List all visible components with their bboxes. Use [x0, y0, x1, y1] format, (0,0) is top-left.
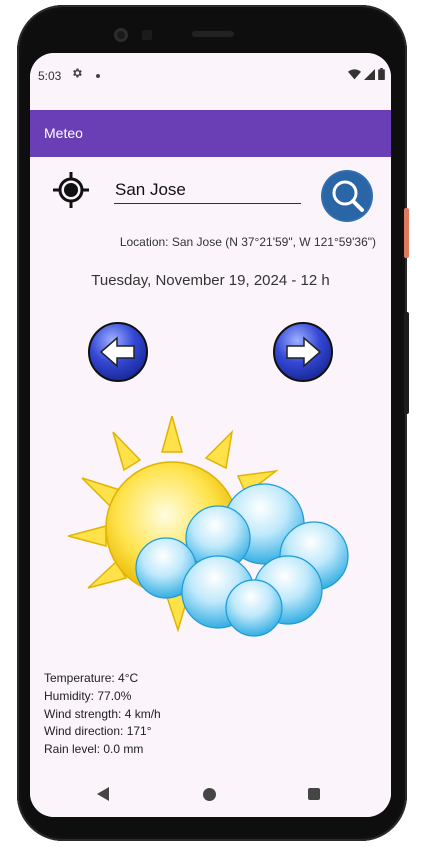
battery-icon: [378, 68, 385, 80]
app-title: Meteo: [44, 125, 83, 141]
weather-readings: Temperature: 4°C Humidity: 77.0% Wind st…: [44, 670, 161, 759]
notification-dot-icon: [96, 74, 100, 78]
settings-gear-icon: [73, 68, 82, 78]
rain-level-text: Rain level: 0.0 mm: [44, 742, 144, 757]
temperature-text: Temperature: 4°C: [44, 671, 139, 685]
date-label: Tuesday, November 19, 2024 - 12 h: [91, 272, 330, 289]
location-label: Location: San Jose (N 37°21'59", W 121°5…: [119, 235, 376, 249]
city-search-input[interactable]: [114, 177, 301, 204]
front-camera: [114, 28, 128, 42]
status-bar: 5:03: [30, 53, 391, 98]
volume-button[interactable]: [404, 312, 409, 414]
previous-hour-button[interactable]: [87, 321, 149, 383]
partly-cloudy-icon: [68, 416, 349, 637]
cell-signal-icon: [364, 68, 375, 80]
earpiece-speaker: [192, 31, 234, 37]
app-bar: Meteo: [30, 110, 391, 157]
wind-direction-text: Wind direction: 171°: [44, 724, 152, 739]
status-icons: [348, 68, 385, 80]
gps-locate-icon[interactable]: [52, 171, 90, 209]
humidity-text: Humidity: 77.0%: [44, 688, 132, 703]
system-nav-bar: [30, 771, 391, 817]
screen: 5:03 Meteo Location: San Jose (N 37°21'5…: [30, 53, 391, 817]
wind-strength-text: Wind strength: 4 km/h: [44, 706, 161, 721]
power-button[interactable]: [404, 208, 409, 258]
search-button[interactable]: [320, 169, 374, 223]
next-hour-button[interactable]: [272, 321, 334, 383]
recents-button[interactable]: [308, 788, 320, 800]
status-time: 5:03: [38, 69, 62, 83]
proximity-sensor: [142, 30, 152, 40]
back-triangle-icon[interactable]: [97, 787, 109, 801]
wifi-icon: [348, 68, 361, 79]
home-button[interactable]: [203, 788, 216, 801]
